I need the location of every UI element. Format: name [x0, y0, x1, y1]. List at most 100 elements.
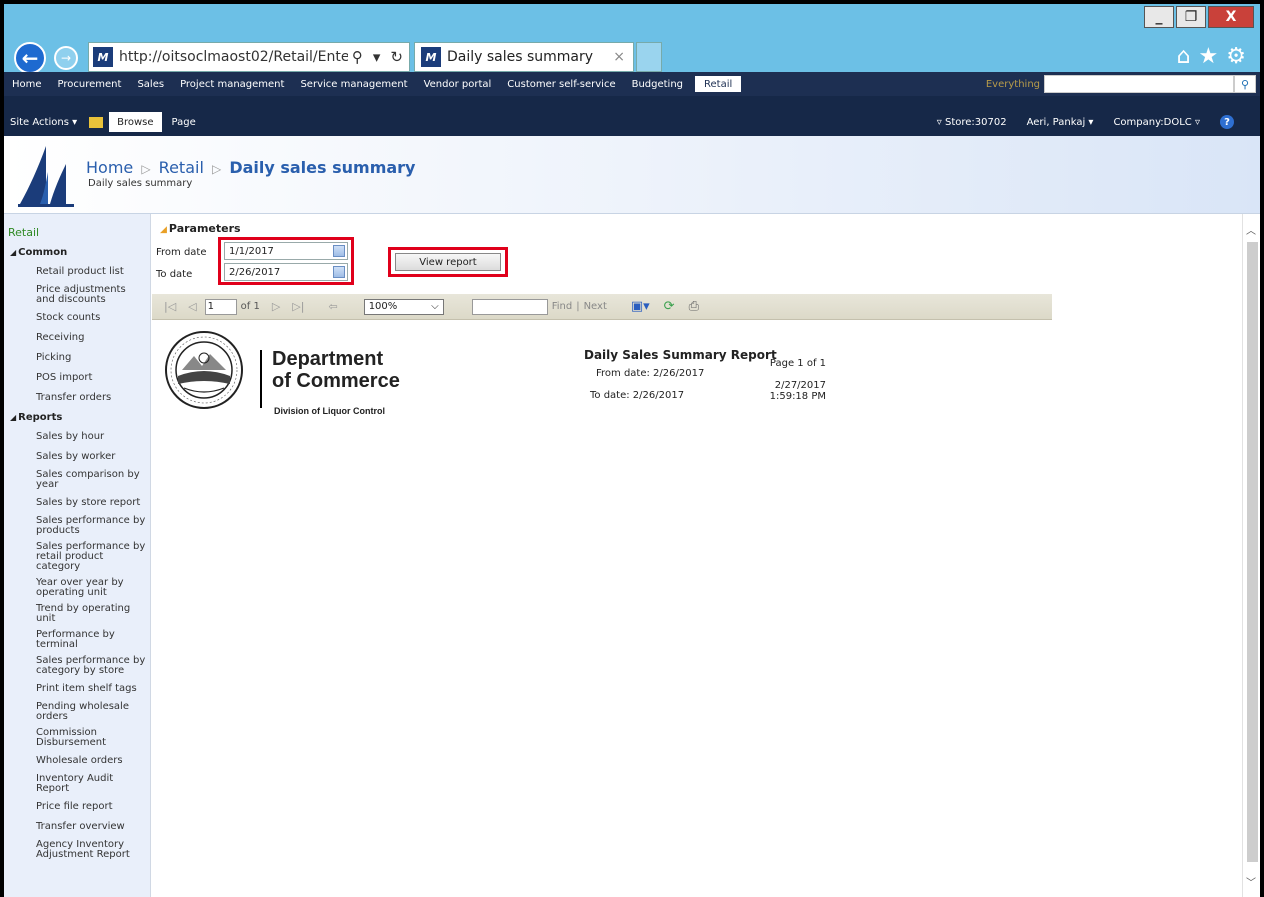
- report-time: 1:59:18 PM: [769, 391, 826, 402]
- vertical-scrollbar[interactable]: ︿ ﹀: [1242, 214, 1260, 897]
- refresh-icon[interactable]: ⟳: [664, 299, 675, 314]
- nav-item[interactable]: Retail product list: [4, 262, 150, 282]
- favorites-star-icon[interactable]: ★: [1199, 44, 1219, 69]
- page-count-text: of 1: [240, 301, 260, 312]
- nav-procurement[interactable]: Procurement: [50, 72, 130, 96]
- nav-item[interactable]: Inventory Audit Report: [4, 771, 150, 797]
- find-input[interactable]: [471, 298, 548, 315]
- nav-home[interactable]: Home: [4, 72, 50, 96]
- nav-vendor-portal[interactable]: Vendor portal: [416, 72, 500, 96]
- from-date-input[interactable]: 1/1/2017: [224, 242, 348, 260]
- help-icon[interactable]: ?: [1220, 115, 1234, 129]
- last-page-icon[interactable]: ▷|: [292, 300, 304, 313]
- parameters-header[interactable]: ◢ Parameters: [160, 222, 241, 235]
- nav-item[interactable]: POS import: [4, 368, 150, 388]
- calendar-icon[interactable]: [333, 266, 345, 278]
- site-actions-menu[interactable]: Site Actions ▾: [4, 117, 83, 128]
- nav-group-reports[interactable]: ◢ Reports: [4, 408, 150, 427]
- browser-chrome: _ ❐ X ← → M http://oitsoclmaost02/Retail…: [0, 0, 1264, 74]
- nav-root-retail[interactable]: Retail: [4, 214, 150, 243]
- nav-item[interactable]: Performance by terminal: [4, 627, 150, 653]
- collapse-icon: ◢: [10, 413, 17, 422]
- back-arrow-icon[interactable]: ←: [14, 42, 46, 74]
- nav-item[interactable]: Receiving: [4, 328, 150, 348]
- scroll-up-icon[interactable]: ︿: [1246, 222, 1256, 237]
- export-save-icon[interactable]: ▣▾: [631, 299, 650, 314]
- nav-item[interactable]: Print item shelf tags: [4, 679, 150, 699]
- nav-item[interactable]: Transfer orders: [4, 388, 150, 408]
- maximize-button[interactable]: ❐: [1176, 6, 1206, 28]
- nav-item[interactable]: Stock counts: [4, 308, 150, 328]
- nav-item[interactable]: Price file report: [4, 797, 150, 817]
- nav-retail[interactable]: Retail: [695, 76, 742, 92]
- next-page-icon[interactable]: ▷: [272, 300, 280, 313]
- tab-close-icon[interactable]: ×: [613, 49, 625, 65]
- nav-item[interactable]: Sales by store report: [4, 493, 150, 513]
- refresh-icon[interactable]: ↻: [390, 48, 403, 66]
- close-button[interactable]: X: [1208, 6, 1254, 28]
- nav-item[interactable]: Agency Inventory Adjustment Report: [4, 837, 150, 863]
- calendar-icon[interactable]: [333, 245, 345, 257]
- nav-item[interactable]: Picking: [4, 348, 150, 368]
- collapse-icon: ◢: [160, 225, 167, 235]
- search-icon[interactable]: ⚲: [1234, 75, 1256, 93]
- scroll-down-icon[interactable]: ﹀: [1246, 874, 1256, 889]
- next-link[interactable]: Next: [584, 301, 607, 312]
- dropdown-icon[interactable]: ▾: [373, 48, 381, 66]
- user-menu[interactable]: Aeri, Pankaj ▾: [1027, 117, 1094, 128]
- zoom-select[interactable]: 100% ⌵: [363, 298, 444, 315]
- settings-gear-icon[interactable]: ⚙: [1226, 44, 1246, 69]
- first-page-icon[interactable]: |◁: [164, 300, 176, 313]
- home-icon[interactable]: ⌂: [1177, 44, 1191, 69]
- page-number-input[interactable]: 1: [204, 298, 237, 315]
- nav-sales[interactable]: Sales: [129, 72, 172, 96]
- nav-item[interactable]: Sales by worker: [4, 447, 150, 467]
- nav-group-common[interactable]: ◢ Common: [4, 243, 150, 262]
- report-viewer: Department of Commerce Division of Liquo…: [152, 320, 1052, 897]
- find-separator: |: [576, 301, 580, 312]
- forward-arrow-icon[interactable]: →: [54, 46, 78, 70]
- nav-item[interactable]: Sales performance by retail product cate…: [4, 539, 150, 575]
- nav-item[interactable]: Sales performance by products: [4, 513, 150, 539]
- nav-service-management[interactable]: Service management: [292, 72, 415, 96]
- nav-item[interactable]: Price adjustments and discounts: [4, 282, 150, 308]
- breadcrumb-separator-icon: ▷: [141, 162, 151, 176]
- search-input[interactable]: [1044, 75, 1234, 93]
- breadcrumb-home[interactable]: Home: [86, 158, 133, 177]
- nav-item[interactable]: Pending wholesale orders: [4, 699, 150, 725]
- print-icon[interactable]: ⎙: [689, 299, 699, 314]
- new-tab-button[interactable]: [636, 42, 662, 72]
- back-to-parent-icon[interactable]: ⇦: [328, 300, 337, 313]
- scrollbar-thumb[interactable]: [1247, 242, 1258, 862]
- store-selector[interactable]: ▿ Store:30702: [937, 117, 1007, 128]
- breadcrumb-retail[interactable]: Retail: [159, 158, 204, 177]
- nav-item[interactable]: Wholesale orders: [4, 751, 150, 771]
- nav-item[interactable]: Commission Disbursement: [4, 725, 150, 751]
- nav-customer-self-service[interactable]: Customer self-service: [499, 72, 623, 96]
- nav-item[interactable]: Sales by hour: [4, 427, 150, 447]
- folder-icon[interactable]: [89, 116, 104, 128]
- company-selector[interactable]: Company:DOLC ▿: [1113, 117, 1200, 128]
- minimize-button[interactable]: _: [1144, 6, 1174, 28]
- nav-item[interactable]: Transfer overview: [4, 817, 150, 837]
- browser-tab[interactable]: M Daily sales summary ×: [414, 42, 634, 72]
- tab-page[interactable]: Page: [162, 117, 206, 128]
- nav-budgeting[interactable]: Budgeting: [624, 72, 691, 96]
- previous-page-icon[interactable]: ◁: [188, 300, 196, 313]
- find-link[interactable]: Find: [552, 301, 573, 312]
- search-scope-label: Everything: [985, 78, 1040, 90]
- view-report-button[interactable]: View report: [395, 253, 501, 271]
- nav-item[interactable]: Trend by operating unit: [4, 601, 150, 627]
- url-text: http://oitsoclmaost02/Retail/Enterpri: [119, 49, 348, 65]
- nav-item[interactable]: Year over year by operating unit: [4, 575, 150, 601]
- nav-project-management[interactable]: Project management: [172, 72, 292, 96]
- search-icon[interactable]: ⚲: [352, 48, 363, 66]
- to-date-input[interactable]: 2/26/2017: [224, 263, 348, 281]
- tab-browse[interactable]: Browse: [109, 112, 162, 132]
- nav-item[interactable]: Sales performance by category by store: [4, 653, 150, 679]
- to-date-value: 2/26/2017: [229, 266, 281, 278]
- report-title: Daily Sales Summary Report: [584, 348, 777, 362]
- nav-item[interactable]: Sales comparison by year: [4, 467, 150, 493]
- dynamics-logo-icon: [18, 146, 74, 207]
- address-bar[interactable]: M http://oitsoclmaost02/Retail/Enterpri …: [88, 42, 410, 72]
